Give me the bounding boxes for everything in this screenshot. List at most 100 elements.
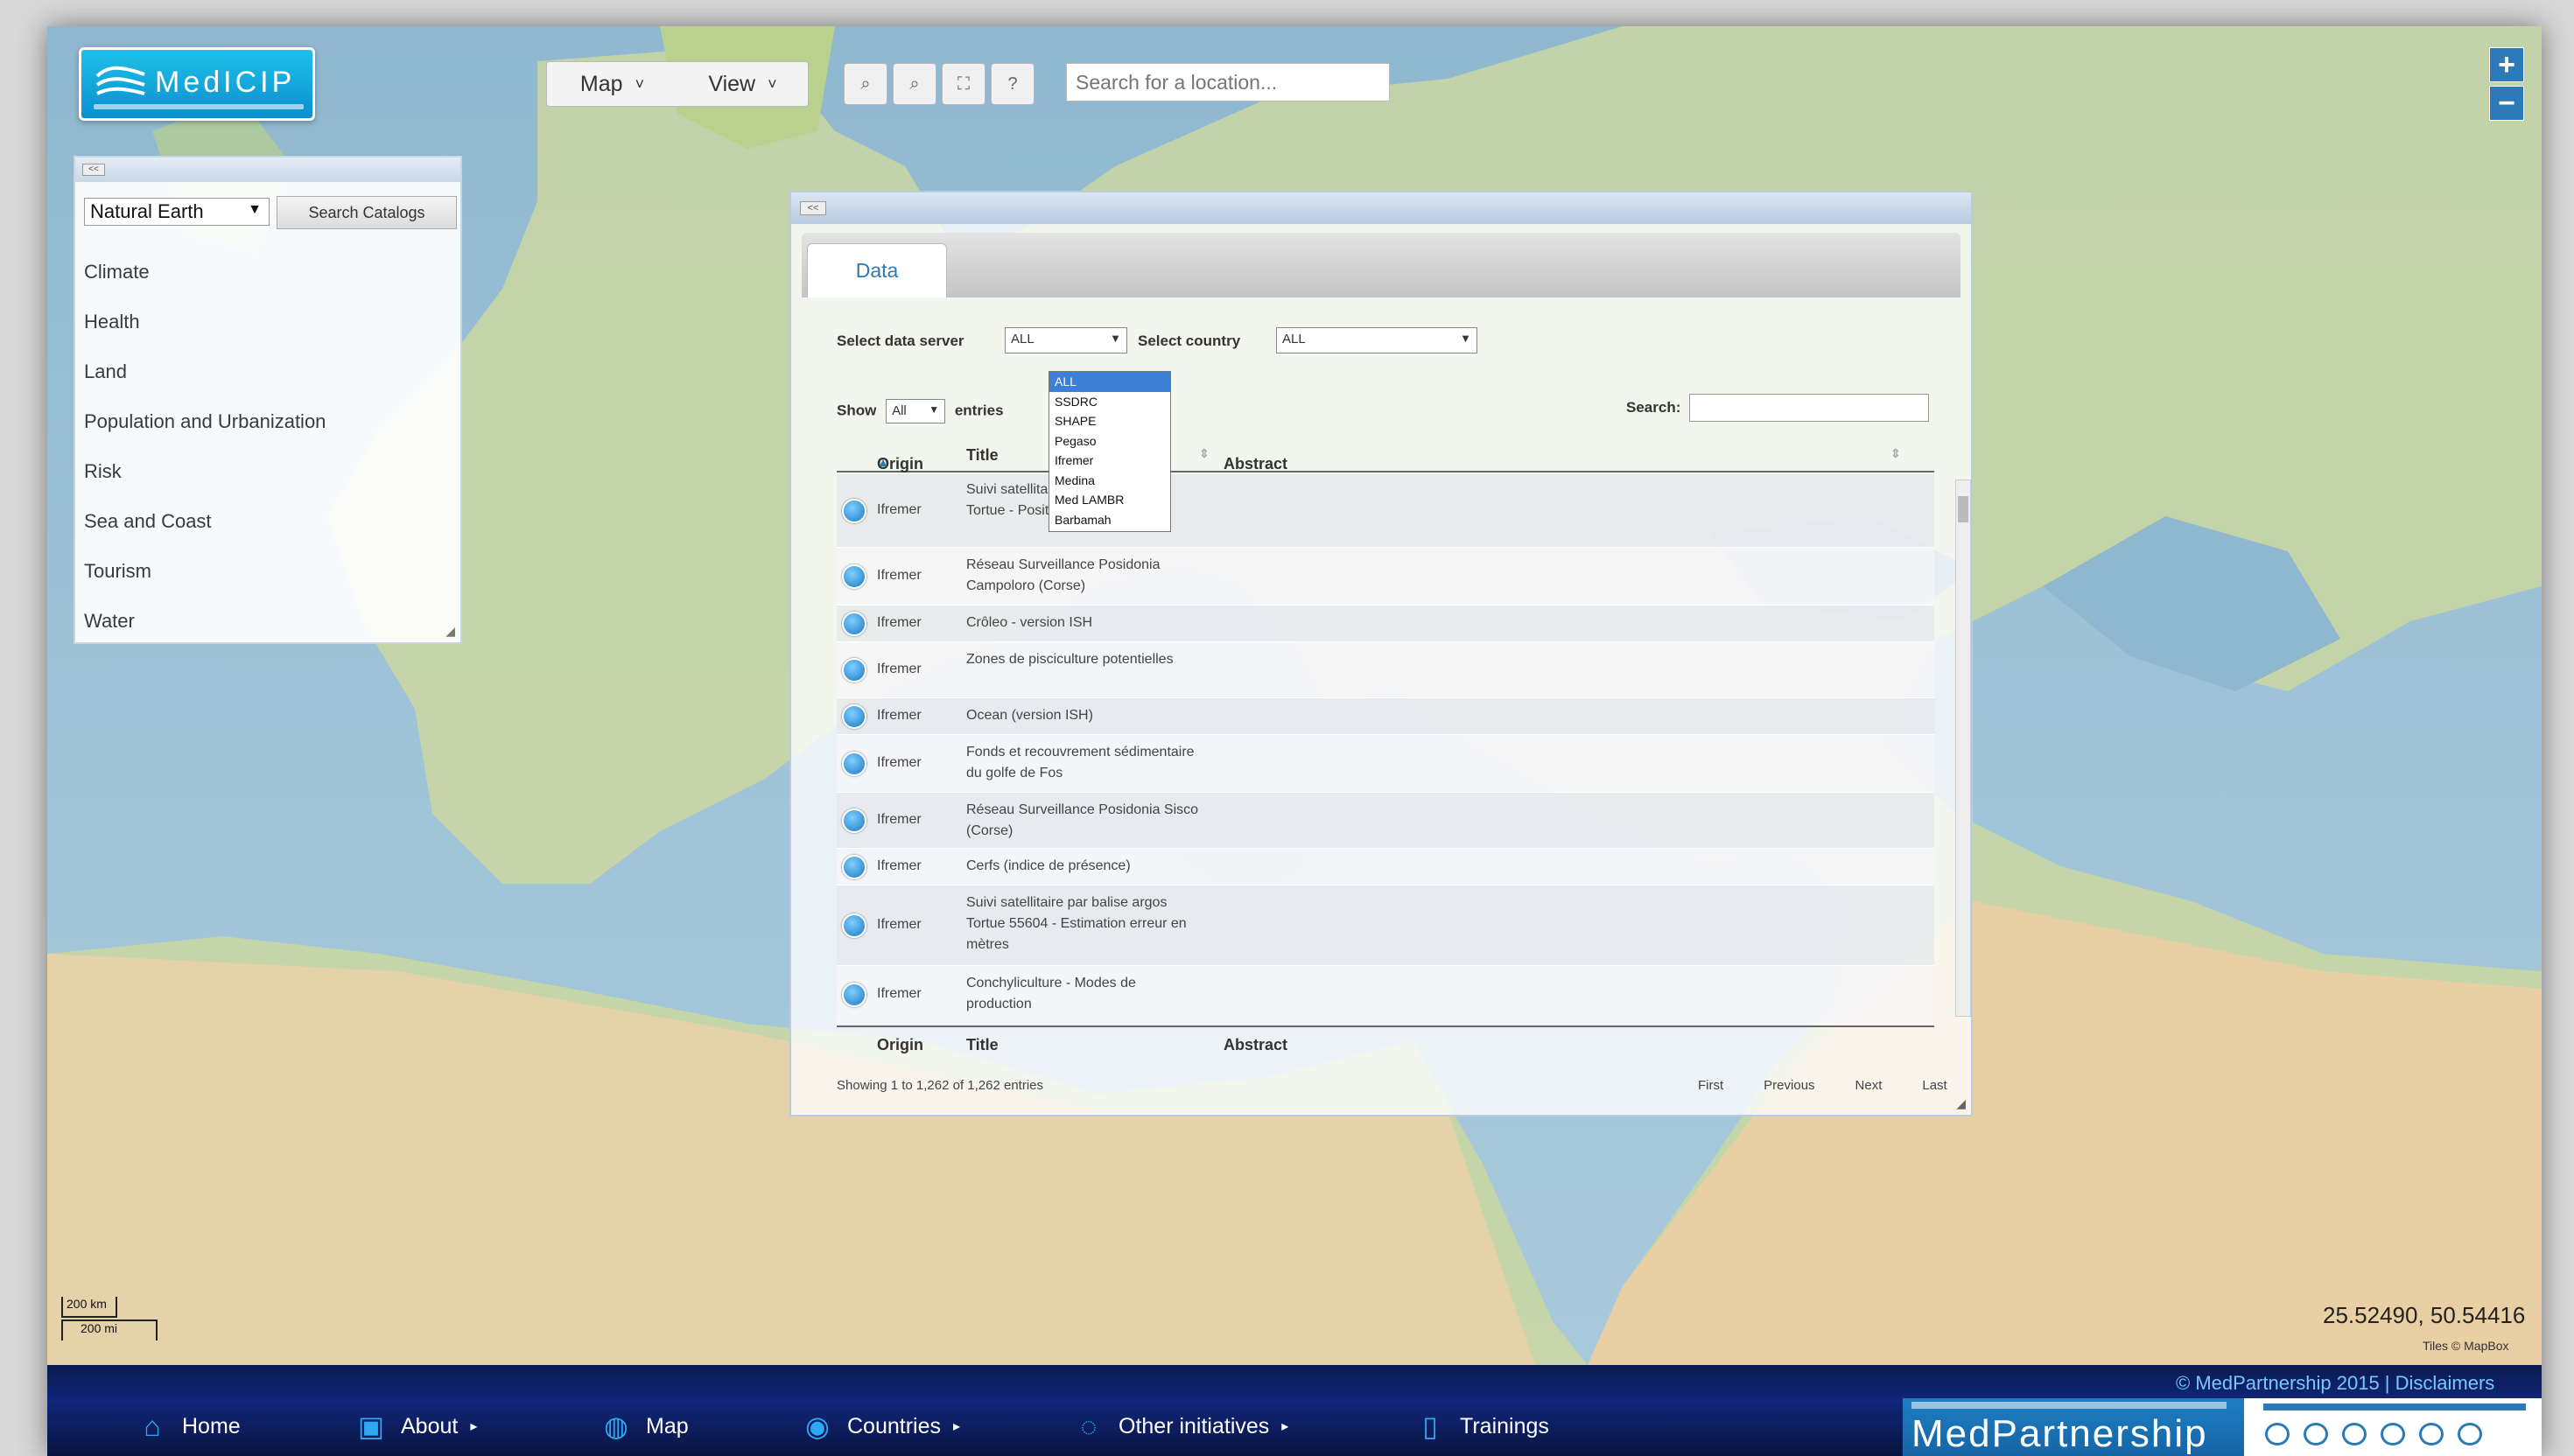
nav-countries[interactable]: ◉ Countries ▸	[800, 1409, 960, 1444]
zoom-in-button[interactable]: +	[2489, 47, 2524, 82]
show-entries-select[interactable]: All ▼	[886, 399, 946, 424]
help-button[interactable]: ?	[991, 63, 1035, 105]
view-menu-button[interactable]: View ˅	[677, 62, 808, 106]
table-search-input[interactable]	[1689, 394, 1930, 422]
data-server-select[interactable]: ALL ▼	[1005, 327, 1127, 354]
dropdown-arrow-icon: ▼	[1460, 332, 1471, 345]
catalog-item-land[interactable]: Land	[84, 346, 326, 396]
scale-bar: 200 km 200 mi	[61, 1297, 166, 1342]
entries-label: entries	[954, 402, 1004, 419]
table-row[interactable]: Ifremer Crôleo - version ISH	[837, 606, 1934, 642]
server-option[interactable]: ALL	[1049, 372, 1170, 392]
pager-first[interactable]: First	[1698, 1078, 1723, 1093]
copyright-text[interactable]: © MedPartnership 2015 | Disclaimers	[2176, 1372, 2494, 1395]
catalog-item-population[interactable]: Population and Urbanization	[84, 396, 326, 446]
server-option[interactable]: SHAPE	[1049, 411, 1170, 431]
table-row[interactable]: Ifremer Réseau Surveillance Posidonia Si…	[837, 793, 1934, 849]
catalog-item-sea-coast[interactable]: Sea and Coast	[84, 496, 326, 546]
table-row[interactable]: Ifremer Zones de pisciculture potentiell…	[837, 642, 1934, 698]
logo-tagline	[94, 104, 304, 109]
row-origin: Ifremer	[877, 917, 922, 932]
table-row[interactable]: Ifremer Ocean (version ISH)	[837, 698, 1934, 735]
server-option[interactable]: Medina	[1049, 471, 1170, 491]
table-header: Origin ▲ Title ⇕ Abstract ⇕	[837, 438, 1934, 472]
catalog-item-risk[interactable]: Risk	[84, 446, 326, 496]
catalog-item-climate[interactable]: Climate	[84, 247, 326, 297]
table-row[interactable]: Ifremer Fonds et recouvrement sédimentai…	[837, 735, 1934, 793]
resize-handle-icon[interactable]: ◢	[1956, 1096, 1966, 1111]
app-window: MedICIP Map ˅ View ˅ ⌕ ⌕ ⛶ ? + − << Natu…	[47, 26, 2542, 1456]
table-row[interactable]: Ifremer Suivi satellitaire par balise ar…	[837, 886, 1934, 966]
country-label: Select country	[1138, 332, 1241, 349]
medicip-logo[interactable]: MedICIP	[79, 47, 315, 121]
collapse-button[interactable]: <<	[82, 164, 105, 176]
server-option[interactable]: Barbamah	[1049, 510, 1170, 530]
catalog-item-health[interactable]: Health	[84, 297, 326, 346]
zoom-out-tool-button[interactable]: ⌕	[893, 63, 936, 105]
catalog-panel-header: <<	[75, 158, 460, 182]
pager-next[interactable]: Next	[1855, 1078, 1883, 1093]
info-icon[interactable]	[842, 808, 866, 833]
location-search-input[interactable]	[1066, 63, 1390, 102]
server-option[interactable]: Med LAMBR	[1049, 490, 1170, 510]
sort-icon: ⇕	[1890, 446, 1901, 460]
server-option[interactable]: SSDRC	[1049, 392, 1170, 412]
full-extent-button[interactable]: ⛶	[942, 63, 985, 105]
info-icon[interactable]	[842, 914, 866, 938]
info-icon[interactable]	[842, 499, 866, 523]
tab-data[interactable]: Data	[807, 243, 947, 298]
resize-handle-icon[interactable]: ◢	[445, 624, 455, 639]
show-entries-value: All	[892, 403, 907, 418]
row-origin: Ifremer	[877, 812, 922, 827]
nav-home[interactable]: ⌂ Home	[135, 1409, 240, 1444]
minus-icon: −	[2498, 86, 2515, 120]
medpartnership-banner[interactable]: MedPartnership	[1903, 1398, 2542, 1456]
nav-trainings[interactable]: ▯ Trainings	[1413, 1409, 1549, 1444]
partner-logo: MedPartnership	[1903, 1398, 2244, 1456]
nav-other-initiatives[interactable]: ◌ Other initiatives ▸	[1071, 1409, 1288, 1444]
zoom-in-tool-button[interactable]: ⌕	[844, 63, 887, 105]
zoom-out-button[interactable]: −	[2489, 86, 2524, 121]
table-row[interactable]: Ifremer Réseau Surveillance Posidonia Ca…	[837, 548, 1934, 606]
row-origin: Ifremer	[877, 568, 922, 583]
table-row[interactable]: Ifremer Conchyliculture - Modes de produ…	[837, 966, 1934, 1024]
data-dialog: << Data Select data server ALL ▼ Select …	[789, 191, 1973, 1116]
search-catalogs-button[interactable]: Search Catalogs	[277, 196, 457, 229]
table-row[interactable]: Ifremer Cerfs (indice de présence)	[837, 849, 1934, 886]
info-icon[interactable]	[842, 983, 866, 1007]
catalog-item-water[interactable]: Water	[84, 596, 326, 646]
server-option[interactable]: Ifremer	[1049, 451, 1170, 471]
server-option[interactable]: Pegaso	[1049, 431, 1170, 452]
country-select[interactable]: ALL ▼	[1276, 327, 1477, 354]
world-icon: ◉	[805, 1410, 830, 1442]
magnifier-minus-icon: ⌕	[909, 74, 920, 94]
pager-previous[interactable]: Previous	[1764, 1078, 1814, 1093]
pager-last[interactable]: Last	[1922, 1078, 1946, 1093]
info-icon[interactable]	[842, 855, 866, 879]
data-server-value: ALL	[1011, 332, 1035, 346]
catalog-item-tourism[interactable]: Tourism	[84, 546, 326, 596]
info-icon[interactable]	[842, 612, 866, 636]
table-row[interactable]: Ifremer Suivi satellitaire par balise ar…	[837, 474, 1934, 548]
footer-title: Title	[966, 1036, 999, 1054]
info-icon[interactable]	[842, 704, 866, 729]
row-origin: Ifremer	[877, 708, 922, 723]
caret-icon: ▸	[953, 1419, 961, 1434]
zoom-control: + −	[2489, 47, 2524, 122]
column-header-title[interactable]: Title	[966, 446, 999, 465]
dialog-collapse-button[interactable]: <<	[800, 201, 826, 215]
nav-map[interactable]: ◍ Map	[599, 1409, 689, 1444]
info-icon[interactable]	[842, 658, 866, 682]
catalog-source-select[interactable]: Natural Earth ▼	[84, 198, 270, 226]
plus-icon: +	[2498, 47, 2515, 81]
info-icon[interactable]	[842, 752, 866, 776]
table-scrollbar[interactable]	[1955, 480, 1971, 1017]
scrollbar-thumb[interactable]	[1958, 496, 1968, 522]
nav-about[interactable]: ▣ About ▸	[354, 1409, 478, 1444]
nav-map-label: Map	[646, 1413, 689, 1438]
map-menu-button[interactable]: Map ˅	[547, 62, 677, 106]
dialog-header: <<	[791, 192, 1971, 224]
catalog-source-value: Natural Earth	[90, 200, 204, 222]
info-icon[interactable]	[842, 564, 866, 589]
table-search-label: Search:	[1626, 399, 1681, 416]
